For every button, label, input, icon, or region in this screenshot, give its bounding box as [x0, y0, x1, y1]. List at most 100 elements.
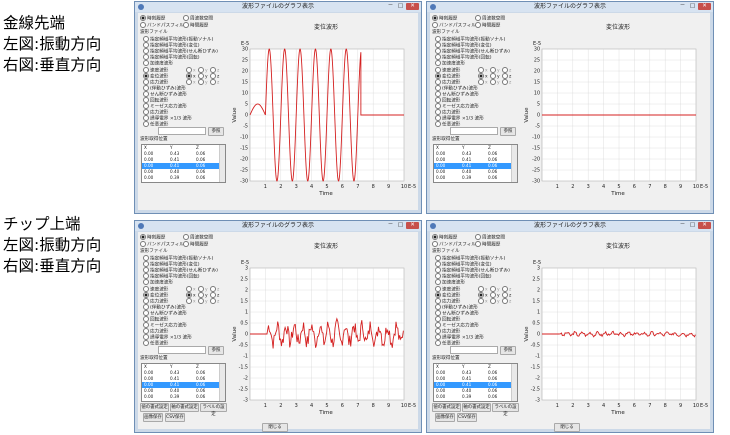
- cell-y: 0.39: [170, 175, 180, 180]
- table-scrollbar[interactable]: [511, 364, 517, 401]
- radio-component[interactable]: x: [478, 298, 488, 306]
- y-tick-label: 2: [245, 288, 248, 294]
- close-button[interactable]: 閉じる: [554, 423, 580, 432]
- table-scrollbar[interactable]: [511, 145, 517, 182]
- value-format-button[interactable]: 値の書式設定: [140, 403, 169, 412]
- close-window-button[interactable]: ✕: [698, 222, 711, 229]
- table-scrollbar[interactable]: [219, 364, 225, 401]
- y-tick-label: 30: [242, 47, 248, 53]
- y-tick-label: 0: [245, 332, 248, 338]
- x-tick-label: 9: [679, 184, 682, 190]
- table-row[interactable]: 0.00 0.39 0.06: [434, 175, 517, 181]
- table-row[interactable]: 0.00 0.39 0.06: [142, 175, 225, 181]
- radio-dot: [435, 279, 441, 285]
- file-path-input[interactable]: [450, 127, 498, 135]
- close-window-button[interactable]: ✕: [406, 3, 419, 10]
- radio-bandpass[interactable]: バンドパスフィルタ: [432, 241, 480, 249]
- radio-time-record[interactable]: 時間履歴: [475, 241, 500, 249]
- radio-component[interactable]: y: [490, 79, 500, 87]
- maximize-button[interactable]: □: [396, 3, 405, 10]
- x-axis-label: Time: [610, 191, 625, 197]
- radio-component[interactable]: z: [210, 298, 219, 306]
- radio-bandpass[interactable]: バンドパスフィルタ: [140, 22, 188, 30]
- minimize-button[interactable]: －: [678, 222, 687, 229]
- table-row[interactable]: 0.00 0.39 0.06: [142, 394, 225, 400]
- radio-label: 時刻履歴: [147, 235, 166, 241]
- radio-dot: [143, 340, 149, 346]
- table-scrollbar[interactable]: [219, 145, 225, 182]
- radio-component[interactable]: z: [210, 79, 219, 87]
- save-csv-button[interactable]: CSV保存: [165, 413, 185, 422]
- radio-dot: [198, 298, 204, 304]
- browse-button[interactable]: 参照: [500, 127, 516, 136]
- file-path-input[interactable]: [158, 346, 206, 354]
- chart-area: 変位波形 E-5 -30 -25 -20 -15 -10 -5 0 5 10 15 20 25 30 1 2 3 4…: [228, 15, 420, 201]
- radio-component[interactable]: x: [186, 79, 196, 87]
- radio-time-record[interactable]: 時間履歴: [475, 22, 500, 30]
- radio-component[interactable]: y: [198, 79, 208, 87]
- title-bar[interactable]: 波形ファイルのグラフ表示 － □ ✕: [135, 2, 421, 12]
- title-bar[interactable]: 波形ファイルのグラフ表示 － □ ✕: [135, 221, 421, 231]
- minimize-button[interactable]: －: [678, 3, 687, 10]
- radio-label: 周波数空間: [482, 235, 505, 241]
- save-image-button[interactable]: 画像保存: [435, 413, 455, 422]
- file-path-input[interactable]: [450, 346, 498, 354]
- browse-button[interactable]: 参照: [500, 346, 516, 355]
- radio-time-record[interactable]: 時間履歴: [183, 241, 208, 249]
- axis-format-button[interactable]: 軸の書式設定: [462, 403, 491, 412]
- y-unit-label: E-5: [533, 260, 541, 266]
- close-button[interactable]: 閉じる: [262, 423, 288, 432]
- y-tick-label: 2.5: [240, 277, 248, 283]
- file-path-input[interactable]: [158, 127, 206, 135]
- browse-button[interactable]: 参照: [208, 127, 224, 136]
- radio-bandpass[interactable]: バンドパスフィルタ: [432, 22, 480, 30]
- radio-component[interactable]: z: [502, 79, 511, 87]
- value-format-button[interactable]: 値の書式設定: [432, 403, 461, 412]
- radio-component[interactable]: y: [490, 298, 500, 306]
- save-image-button[interactable]: 画像保存: [143, 413, 163, 422]
- table-title: 波形取得位置: [140, 137, 168, 142]
- y-tick-label: 20: [242, 69, 248, 75]
- x-axis-label: Time: [610, 410, 625, 416]
- minimize-button[interactable]: －: [386, 3, 395, 10]
- maximize-button[interactable]: □: [688, 3, 697, 10]
- close-window-button[interactable]: ✕: [698, 3, 711, 10]
- radio-dot: [186, 298, 192, 304]
- y-tick-label: 1: [537, 310, 540, 316]
- save-csv-button[interactable]: CSV保存: [457, 413, 477, 422]
- close-window-button[interactable]: ✕: [406, 222, 419, 229]
- radio-component[interactable]: x: [186, 298, 196, 306]
- radio-component[interactable]: x: [478, 79, 488, 87]
- y-axis-label: Value: [232, 107, 238, 123]
- x-tick-label: 7: [356, 403, 359, 409]
- radio-dot: [210, 298, 216, 304]
- radio-dot: [432, 22, 438, 28]
- cell-z: 0.06: [488, 175, 498, 180]
- maximize-button[interactable]: □: [688, 222, 697, 229]
- title-bar[interactable]: 波形ファイルのグラフ表示 － □ ✕: [427, 2, 713, 12]
- cell-z: 0.06: [196, 175, 206, 180]
- y-tick-label: -10: [532, 135, 540, 141]
- y-axis-label: Value: [524, 107, 530, 123]
- y-tick-label: -20: [532, 157, 540, 163]
- radio-bandpass[interactable]: バンドパスフィルタ: [140, 241, 188, 249]
- radio-time-record[interactable]: 時間履歴: [183, 22, 208, 30]
- y-tick-label: 1.5: [240, 299, 248, 305]
- radio-component[interactable]: z: [502, 298, 511, 306]
- x-tick-label: 3: [587, 403, 590, 409]
- label-settings-button[interactable]: ラベルの設定: [492, 403, 519, 417]
- x-tick-label: 6: [633, 184, 636, 190]
- x-tick-label: 8: [664, 403, 667, 409]
- table-row[interactable]: 0.00 0.39 0.06: [434, 394, 517, 400]
- axis-format-button[interactable]: 軸の書式設定: [170, 403, 199, 412]
- browse-button[interactable]: 参照: [208, 346, 224, 355]
- title-bar[interactable]: 波形ファイルのグラフ表示 － □ ✕: [427, 221, 713, 231]
- minimize-button[interactable]: －: [386, 222, 395, 229]
- x-tick-label: 1: [264, 403, 267, 409]
- y-tick-label: -10: [240, 135, 248, 141]
- label-settings-button[interactable]: ラベルの設定: [200, 403, 227, 417]
- x-tick-label: 6: [341, 403, 344, 409]
- radio-component[interactable]: y: [198, 298, 208, 306]
- caption-gold-wire: 金線先端 左図:振動方向 右図:垂直方向: [3, 13, 101, 76]
- maximize-button[interactable]: □: [396, 222, 405, 229]
